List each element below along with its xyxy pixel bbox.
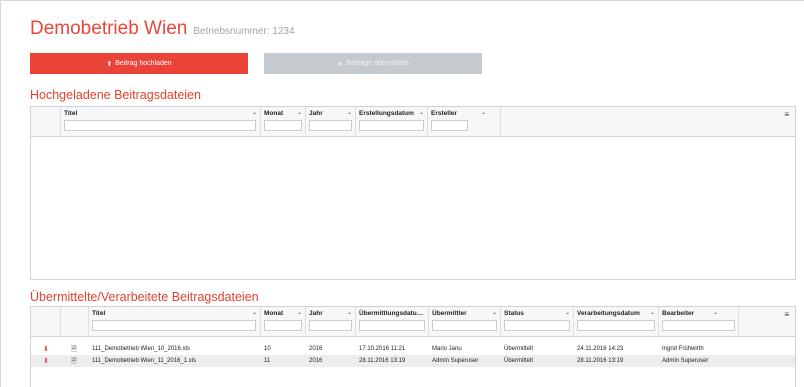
col-jahr-label: Jahr — [309, 110, 323, 117]
col-select — [31, 107, 61, 137]
uebermittlungsdatum-filter-input[interactable] — [359, 320, 425, 331]
cell-verarbeitungsdatum: 28.11.2016 13:19 — [577, 358, 624, 364]
chevron-down-icon[interactable]: ⌄ — [492, 309, 497, 316]
table-row[interactable]: ⬇ 🗎 111_Demobetrieb Wien_11_2016_1.xls 1… — [31, 355, 795, 367]
cell-verarbeitungsdatum: 24.11.2016 14:23 — [577, 346, 624, 352]
col-verarbeitungsdatum-label: Verarbeitungsdatum — [577, 310, 640, 317]
jahr-filter-input[interactable] — [309, 120, 352, 131]
cell-titel: 111_Demobetrieb Wien_10_2016.xls — [92, 346, 190, 352]
jahr-filter-input[interactable] — [309, 320, 352, 331]
submit-button[interactable]: ➤ Beiträge übermitteln — [264, 53, 482, 74]
col-verarbeitungsdatum[interactable]: Verarbeitungsdatum ⌄ — [574, 307, 659, 337]
col-monat[interactable]: Monat ⌄ — [261, 107, 306, 137]
col-ersteller-label: Ersteller — [431, 110, 458, 117]
col-download — [31, 307, 61, 337]
chevron-down-icon[interactable]: ⌄ — [713, 309, 718, 316]
col-uebermittlungsdatum-label: Übermittlungsdatu… — [359, 310, 424, 317]
processed-grid: Titel ⌄ Monat ⌄ Jahr ⌄ Übermittlungsdatu… — [30, 306, 796, 387]
chevron-down-icon[interactable]: ⌄ — [481, 109, 486, 116]
col-erstellungsdatum[interactable]: Erstellungsdatum ⌄ — [356, 107, 428, 137]
menu-icon[interactable]: ≡ — [784, 110, 789, 119]
chevron-down-icon[interactable]: ⌄ — [650, 309, 655, 316]
cell-bearbeiter: Ingrid Frühwirth — [662, 346, 704, 352]
chevron-down-icon[interactable]: ⌄ — [347, 109, 352, 116]
download-icon[interactable]: ⬇ — [43, 345, 49, 353]
col-uebermittler[interactable]: Übermittler ⌄ — [429, 307, 501, 337]
upload-button[interactable]: ⬆ Beitrag hochladen — [30, 53, 248, 74]
cell-status: Übermittelt — [504, 358, 534, 364]
processed-grid-header: Titel ⌄ Monat ⌄ Jahr ⌄ Übermittlungsdatu… — [31, 307, 795, 337]
monat-filter-input[interactable] — [264, 120, 302, 131]
file-icon[interactable]: 🗎 — [71, 357, 77, 368]
cell-bearbeiter: Admin Superuser — [662, 358, 709, 364]
submit-button-label: Beiträge übermitteln — [346, 60, 409, 67]
status-filter-input[interactable] — [504, 320, 570, 331]
col-titel[interactable]: Titel ⌄ — [89, 307, 261, 337]
menu-icon[interactable]: ≡ — [784, 310, 789, 319]
chevron-down-icon[interactable]: ⌄ — [347, 309, 352, 316]
cell-uebermittlungsdatum: 28.11.2016 13:19 — [359, 358, 406, 364]
col-monat-label: Monat — [264, 310, 284, 317]
col-file — [61, 307, 89, 337]
chevron-down-icon[interactable]: ⌄ — [565, 309, 570, 316]
titel-filter-input[interactable] — [64, 120, 256, 131]
erstellungsdatum-filter-input[interactable] — [359, 120, 424, 131]
cell-titel: 111_Demobetrieb Wien_11_2016_1.xls — [92, 358, 197, 364]
bearbeiter-filter-input[interactable] — [662, 320, 735, 331]
cell-uebermittler: Admin Superuser — [432, 358, 479, 364]
download-icon[interactable]: ⬇ — [43, 357, 49, 365]
chevron-down-icon[interactable]: ⌄ — [419, 109, 424, 116]
col-jahr-label: Jahr — [309, 310, 323, 317]
col-ersteller[interactable]: Ersteller ⌄ — [428, 107, 501, 137]
processed-section-title: Übermittelte/Verarbeitete Beitragsdateie… — [30, 290, 259, 304]
chevron-down-icon[interactable]: ⌄ — [252, 109, 257, 116]
col-monat-label: Monat — [264, 110, 284, 117]
verarbeitungsdatum-filter-input[interactable] — [577, 320, 655, 331]
cell-monat: 10 — [264, 346, 271, 352]
col-titel[interactable]: Titel ⌄ — [61, 107, 261, 137]
company-name: Demobetrieb Wien — [30, 18, 188, 39]
betriebsnummer: Betriebsnummer: 1234 — [193, 26, 295, 37]
chevron-down-icon[interactable]: ⌄ — [297, 309, 302, 316]
titel-filter-input[interactable] — [92, 320, 256, 331]
cell-jahr: 2016 — [309, 346, 323, 352]
col-jahr[interactable]: Jahr ⌄ — [306, 307, 356, 337]
chevron-down-icon[interactable]: ⌄ — [297, 109, 302, 116]
col-status-label: Status — [504, 310, 524, 317]
cell-status: Übermittelt — [504, 346, 534, 352]
col-erstellungsdatum-label: Erstellungsdatum — [359, 110, 414, 117]
col-titel-label: Titel — [92, 310, 106, 317]
table-row[interactable]: ⬇ 🗎 111_Demobetrieb Wien_10_2016.xls 10 … — [31, 343, 795, 355]
cell-monat: 11 — [264, 358, 271, 364]
uploaded-section-title: Hochgeladene Beitragsdateien — [30, 88, 201, 102]
cell-uebermittler: Mario Janu — [432, 346, 462, 352]
col-jahr[interactable]: Jahr ⌄ — [306, 107, 356, 137]
col-uebermittler-label: Übermittler — [432, 310, 467, 317]
send-icon: ➤ — [337, 60, 344, 68]
col-bearbeiter[interactable]: Bearbeiter ⌄ — [659, 307, 739, 337]
ersteller-filter-input[interactable] — [431, 120, 468, 131]
col-uebermittlungsdatum[interactable]: Übermittlungsdatu… — [356, 307, 429, 337]
col-bearbeiter-label: Bearbeiter — [662, 310, 695, 317]
monat-filter-input[interactable] — [264, 320, 302, 331]
uploaded-grid: Titel ⌄ Monat ⌄ Jahr ⌄ Erstellungsdatum … — [30, 106, 796, 280]
col-status[interactable]: Status ⌄ — [501, 307, 574, 337]
cell-jahr: 2016 — [309, 358, 323, 364]
uploaded-grid-header: Titel ⌄ Monat ⌄ Jahr ⌄ Erstellungsdatum … — [31, 107, 795, 137]
page-header: Demobetrieb Wien Betriebsnummer: 1234 — [30, 18, 295, 40]
chevron-down-icon[interactable]: ⌄ — [252, 309, 257, 316]
uebermittler-filter-input[interactable] — [432, 320, 497, 331]
upload-icon: ⬆ — [106, 60, 113, 68]
col-monat[interactable]: Monat ⌄ — [261, 307, 306, 337]
upload-button-label: Beitrag hochladen — [115, 60, 172, 67]
cell-uebermittlungsdatum: 17.10.2016 11:21 — [359, 346, 406, 352]
col-titel-label: Titel — [64, 110, 78, 117]
